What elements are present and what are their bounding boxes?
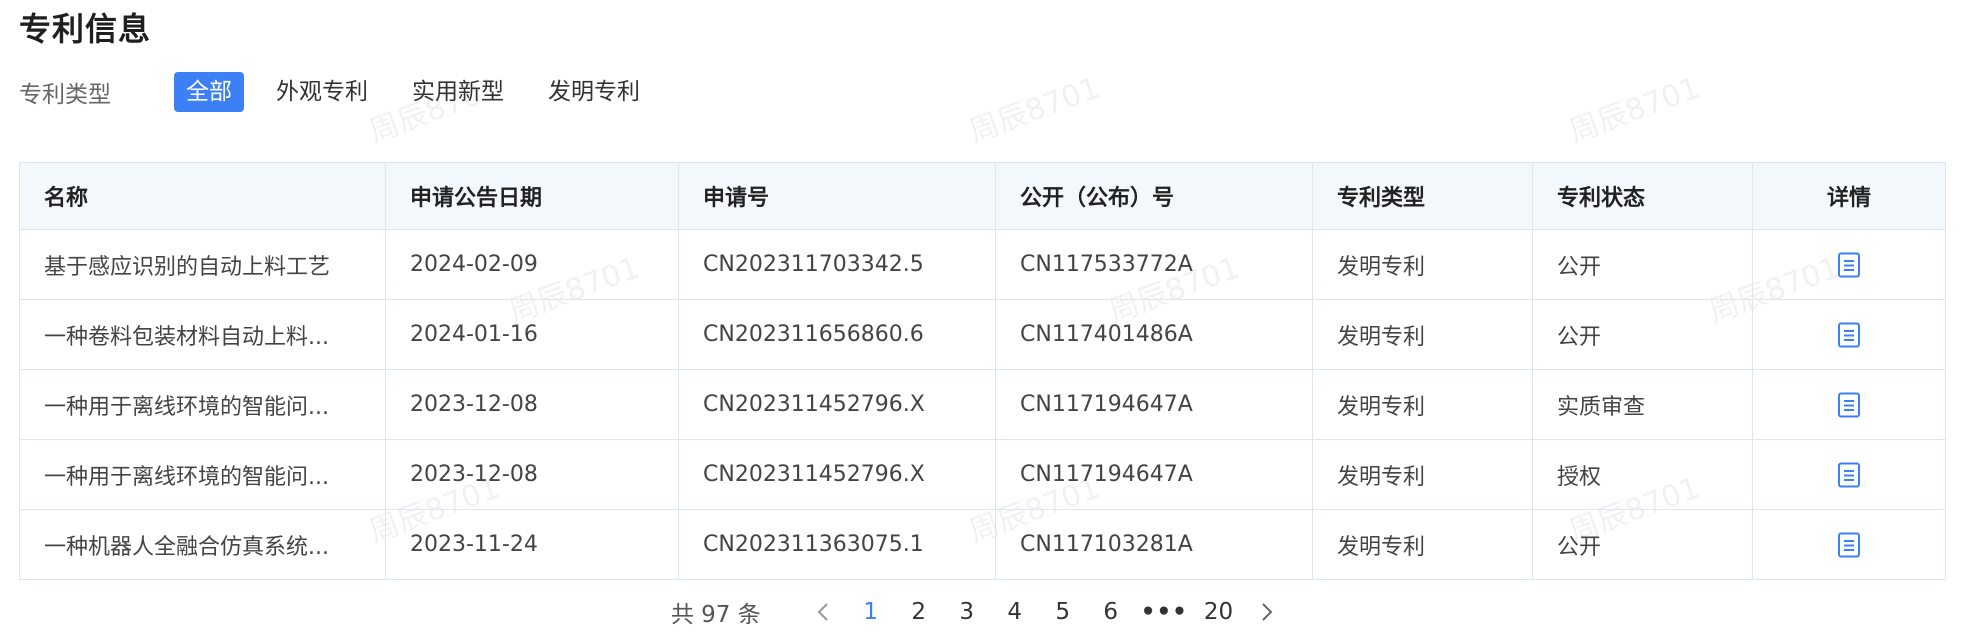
- page-1[interactable]: 1: [857, 599, 885, 625]
- cell-application-no: CN202311452796.X: [678, 439, 996, 510]
- more-pages-ellipsis[interactable]: •••: [1141, 599, 1188, 625]
- cell-name: 一种卷料包装材料自动上料...: [19, 299, 386, 370]
- cell-patent-status: 授权: [1532, 439, 1753, 510]
- cell-application-no: CN202311656860.6: [678, 299, 996, 370]
- cell-name: 一种用于离线环境的智能问...: [19, 439, 386, 510]
- filter-option-utility[interactable]: 实用新型: [400, 72, 516, 112]
- cell-detail: [1752, 299, 1946, 370]
- document-icon[interactable]: [1837, 322, 1861, 348]
- filter-label: 专利类型: [19, 82, 111, 108]
- cell-patent-type: 发明专利: [1312, 439, 1533, 510]
- cell-application-no: CN202311363075.1: [678, 509, 996, 580]
- table-row: 一种机器人全融合仿真系统... 2023-11-24 CN20231136307…: [19, 509, 1946, 580]
- cell-detail: [1752, 509, 1946, 580]
- cell-application-no: CN202311452796.X: [678, 369, 996, 440]
- document-icon[interactable]: [1837, 462, 1861, 488]
- col-header-application-no: 申请号: [678, 162, 996, 230]
- cell-patent-status: 公开: [1532, 299, 1753, 370]
- document-icon[interactable]: [1837, 252, 1861, 278]
- watermark: 周辰8701: [964, 70, 1105, 151]
- page-3[interactable]: 3: [953, 599, 981, 625]
- filter-option-invention[interactable]: 发明专利: [536, 72, 652, 112]
- cell-patent-status: 公开: [1532, 509, 1753, 580]
- table-row: 基于感应识别的自动上料工艺 2024-02-09 CN202311703342.…: [19, 229, 1946, 300]
- filter-option-all[interactable]: 全部: [174, 72, 244, 112]
- page-last[interactable]: 20: [1204, 599, 1233, 625]
- cell-patent-type: 发明专利: [1312, 369, 1533, 440]
- cell-date: 2023-12-08: [385, 439, 679, 510]
- cell-detail: [1752, 229, 1946, 300]
- page-5[interactable]: 5: [1049, 599, 1077, 625]
- cell-patent-type: 发明专利: [1312, 299, 1533, 370]
- cell-patent-status: 公开: [1532, 229, 1753, 300]
- cell-publication-no: CN117194647A: [995, 439, 1313, 510]
- cell-publication-no: CN117533772A: [995, 229, 1313, 300]
- table-row: 一种用于离线环境的智能问... 2023-12-08 CN20231145279…: [19, 369, 1946, 440]
- document-icon[interactable]: [1837, 392, 1861, 418]
- table-row: 一种卷料包装材料自动上料... 2024-01-16 CN20231165686…: [19, 299, 1946, 370]
- filter-option-design[interactable]: 外观专利: [264, 72, 380, 112]
- total-count: 共 97 条: [670, 602, 761, 628]
- col-header-date: 申请公告日期: [385, 162, 679, 230]
- cell-detail: [1752, 439, 1946, 510]
- cell-name: 一种用于离线环境的智能问...: [19, 369, 386, 440]
- table-header-row: 名称 申请公告日期 申请号 公开（公布）号 专利类型 专利状态 详情: [19, 162, 1946, 230]
- col-header-name: 名称: [19, 162, 386, 230]
- page-4[interactable]: 4: [1001, 599, 1029, 625]
- cell-publication-no: CN117103281A: [995, 509, 1313, 580]
- chevron-left-icon[interactable]: [811, 600, 835, 624]
- page-2[interactable]: 2: [905, 599, 933, 625]
- cell-detail: [1752, 369, 1946, 440]
- table-row: 一种用于离线环境的智能问... 2023-12-08 CN20231145279…: [19, 439, 1946, 510]
- patent-table: 名称 申请公告日期 申请号 公开（公布）号 专利类型 专利状态 详情 基于感应识…: [19, 162, 1946, 580]
- cell-application-no: CN202311703342.5: [678, 229, 996, 300]
- pagination: 共 97 条 1 2 3 4 5 6 ••• 20: [0, 590, 1962, 634]
- col-header-patent-type: 专利类型: [1312, 162, 1533, 230]
- col-header-patent-status: 专利状态: [1532, 162, 1753, 230]
- patent-type-filter: 专利类型 全部 外观专利 实用新型 发明专利: [19, 72, 672, 112]
- document-icon[interactable]: [1837, 532, 1861, 558]
- cell-name: 一种机器人全融合仿真系统...: [19, 509, 386, 580]
- col-header-detail: 详情: [1752, 162, 1946, 230]
- cell-publication-no: CN117401486A: [995, 299, 1313, 370]
- cell-patent-type: 发明专利: [1312, 229, 1533, 300]
- page-6[interactable]: 6: [1097, 599, 1125, 625]
- cell-patent-status: 实质审查: [1532, 369, 1753, 440]
- cell-date: 2023-11-24: [385, 509, 679, 580]
- cell-name: 基于感应识别的自动上料工艺: [19, 229, 386, 300]
- cell-patent-type: 发明专利: [1312, 509, 1533, 580]
- chevron-right-icon[interactable]: [1255, 600, 1279, 624]
- cell-publication-no: CN117194647A: [995, 369, 1313, 440]
- cell-date: 2023-12-08: [385, 369, 679, 440]
- col-header-publication-no: 公开（公布）号: [995, 162, 1313, 230]
- page-title: 专利信息: [19, 10, 152, 48]
- watermark: 周辰8701: [1564, 70, 1705, 151]
- cell-date: 2024-02-09: [385, 229, 679, 300]
- cell-date: 2024-01-16: [385, 299, 679, 370]
